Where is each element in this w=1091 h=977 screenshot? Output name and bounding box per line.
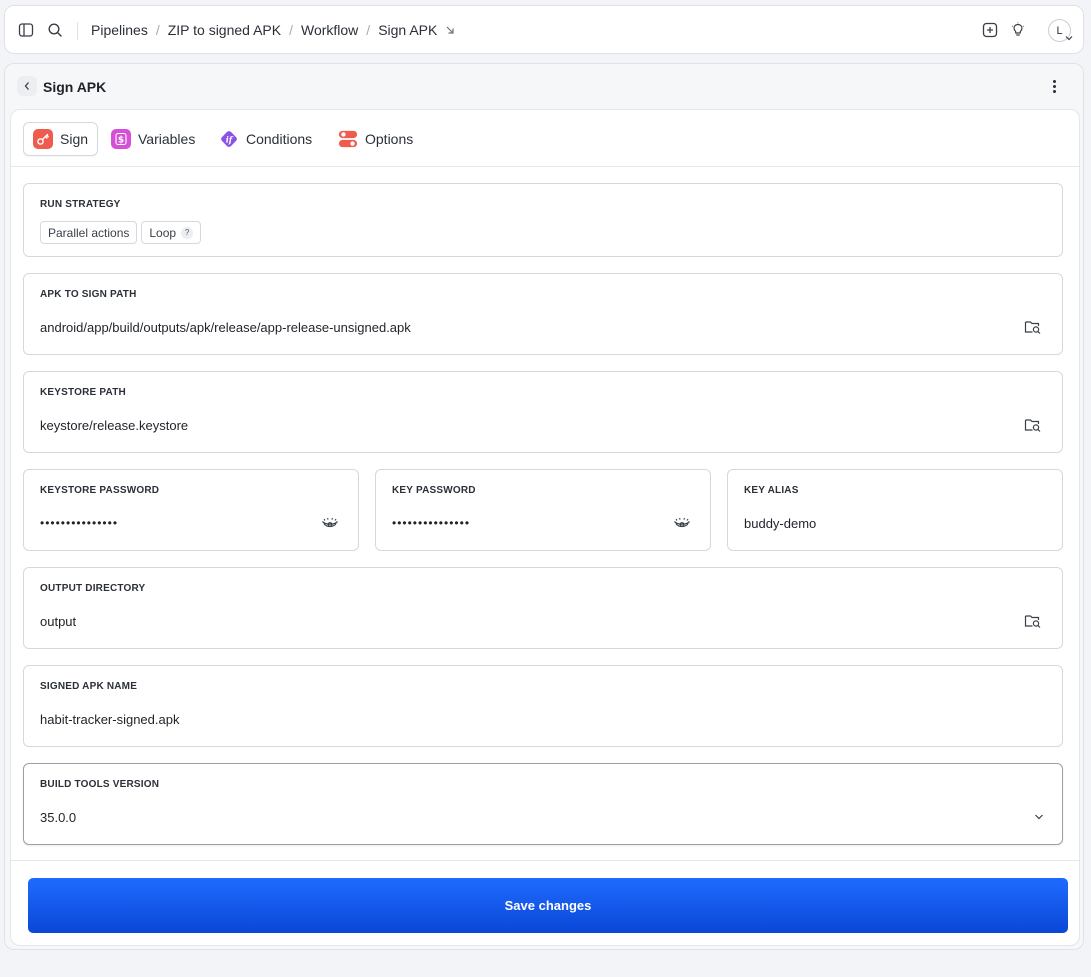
- tab-label: Sign: [60, 131, 89, 147]
- browse-folder-icon[interactable]: [1023, 317, 1043, 337]
- output-directory-field[interactable]: OUTPUT DIRECTORY output: [23, 567, 1063, 649]
- tab-bar: Sign $ Variables if Conditions Options: [11, 110, 1079, 167]
- run-strategy-options: Parallel actions Loop ?: [40, 221, 202, 244]
- keystore-path-input[interactable]: keystore/release.keystore: [40, 418, 188, 433]
- more-options-icon[interactable]: [1045, 77, 1063, 95]
- field-label: SIGNED APK NAME: [40, 681, 138, 692]
- field-label: KEYSTORE PASSWORD: [40, 485, 160, 496]
- add-icon[interactable]: [981, 21, 999, 39]
- loop-option-label: Loop: [149, 225, 177, 240]
- divider: [77, 22, 78, 40]
- browse-folder-icon[interactable]: [1023, 415, 1043, 435]
- tab-options[interactable]: Options: [338, 122, 413, 156]
- build-tools-version-select[interactable]: BUILD TOOLS VERSION 35.0.0: [23, 763, 1063, 845]
- search-icon[interactable]: [46, 21, 64, 39]
- key-icon: [33, 129, 53, 149]
- arrow-down-right-icon[interactable]: [445, 25, 455, 35]
- browse-folder-icon[interactable]: [1023, 611, 1043, 631]
- show-password-icon[interactable]: [672, 513, 692, 533]
- field-label: KEY PASSWORD: [392, 485, 476, 496]
- keystore-path-field[interactable]: KEYSTORE PATH keystore/release.keystore: [23, 371, 1063, 453]
- apk-path-input[interactable]: android/app/build/outputs/apk/release/ap…: [40, 320, 411, 335]
- tab-variables[interactable]: $ Variables: [111, 122, 195, 156]
- back-button[interactable]: [17, 76, 37, 96]
- loop-option[interactable]: Loop ?: [141, 221, 202, 244]
- if-icon: if: [219, 129, 239, 149]
- sidebar-toggle-icon[interactable]: [17, 21, 35, 39]
- field-label: OUTPUT DIRECTORY: [40, 583, 146, 594]
- field-label: RUN STRATEGY: [40, 199, 121, 210]
- tab-label: Conditions: [246, 131, 313, 147]
- action-form: Sign $ Variables if Conditions Options R…: [10, 109, 1080, 946]
- output-directory-input[interactable]: output: [40, 614, 76, 629]
- toggles-icon: [338, 129, 358, 149]
- svg-text:$: $: [118, 136, 124, 146]
- field-label: APK TO SIGN PATH: [40, 289, 137, 300]
- field-label: KEYSTORE PATH: [40, 387, 126, 398]
- keystore-password-field[interactable]: KEYSTORE PASSWORD •••••••••••••••: [23, 469, 359, 551]
- signed-apk-name-field[interactable]: SIGNED APK NAME habit-tracker-signed.apk: [23, 665, 1063, 747]
- breadcrumb-separator: /: [289, 22, 293, 38]
- tab-conditions[interactable]: if Conditions: [219, 122, 312, 156]
- chevron-down-icon[interactable]: [1029, 807, 1049, 827]
- breadcrumb: Pipelines / ZIP to signed APK / Workflow…: [91, 22, 455, 38]
- top-bar: Pipelines / ZIP to signed APK / Workflow…: [4, 5, 1084, 54]
- parallel-actions-option[interactable]: Parallel actions: [40, 221, 138, 244]
- field-label: BUILD TOOLS VERSION: [40, 779, 160, 790]
- breadcrumb-pipelines[interactable]: Pipelines: [91, 22, 148, 38]
- show-password-icon[interactable]: [320, 513, 340, 533]
- tab-label: Variables: [138, 131, 196, 147]
- breadcrumb-separator: /: [155, 22, 160, 38]
- key-alias-field[interactable]: KEY ALIAS buddy-demo: [727, 469, 1063, 551]
- lightbulb-icon[interactable]: [1009, 21, 1027, 39]
- signed-apk-name-input[interactable]: habit-tracker-signed.apk: [40, 712, 179, 727]
- key-password-input[interactable]: •••••••••••••••: [392, 516, 470, 530]
- breadcrumb-project[interactable]: ZIP to signed APK: [168, 22, 281, 38]
- build-tools-version-value[interactable]: 35.0.0: [40, 810, 76, 825]
- run-strategy-card: RUN STRATEGY Parallel actions Loop ?: [23, 183, 1063, 257]
- page-title: Sign APK: [43, 79, 107, 95]
- apk-path-field[interactable]: APK TO SIGN PATH android/app/build/outpu…: [23, 273, 1063, 355]
- divider: [11, 860, 1079, 861]
- key-password-field[interactable]: KEY PASSWORD •••••••••••••••: [375, 469, 711, 551]
- key-alias-input[interactable]: buddy-demo: [744, 516, 816, 531]
- breadcrumb-workflow[interactable]: Workflow: [301, 22, 358, 38]
- action-panel: Sign APK Sign $ Variables if Conditions …: [4, 63, 1084, 950]
- dollar-icon: $: [111, 129, 131, 149]
- save-button[interactable]: Save changes: [28, 878, 1068, 933]
- tab-label: Options: [365, 131, 414, 147]
- help-icon[interactable]: ?: [181, 226, 194, 239]
- tab-sign[interactable]: Sign: [23, 122, 98, 156]
- breadcrumb-separator: /: [366, 22, 371, 38]
- breadcrumb-action[interactable]: Sign APK: [378, 22, 437, 38]
- chevron-left-icon: [24, 82, 29, 90]
- keystore-password-input[interactable]: •••••••••••••••: [40, 516, 118, 530]
- chevron-down-icon[interactable]: [1065, 28, 1073, 46]
- field-label: KEY ALIAS: [744, 485, 799, 496]
- panel-header: Sign APK: [5, 64, 1083, 108]
